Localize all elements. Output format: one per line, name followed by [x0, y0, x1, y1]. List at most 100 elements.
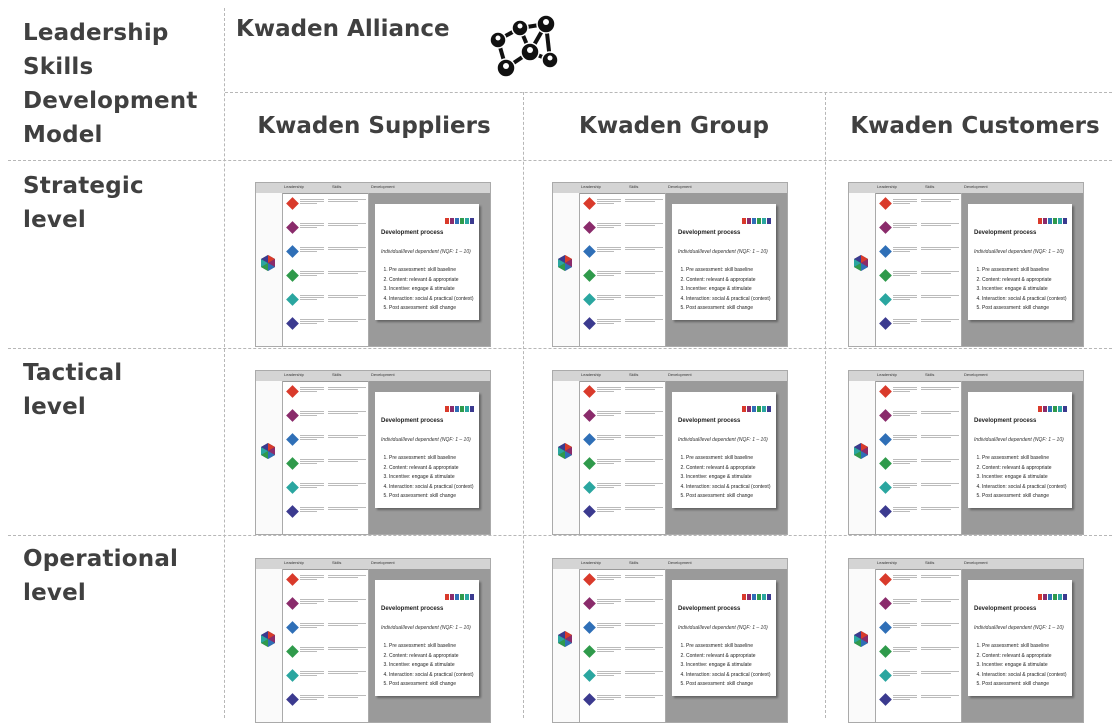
- skill-gem-icon: [879, 269, 892, 282]
- development-step: Incentive: engage & stimulate: [686, 661, 782, 671]
- development-process-panel: Development process Individual/level depe…: [672, 392, 776, 508]
- thumbnail-text-block: [597, 318, 621, 325]
- thumbnail-text-block: [921, 410, 959, 415]
- thumbnail-skill-row: [284, 505, 368, 521]
- thumbnail-skills-column: [876, 569, 962, 722]
- skill-gem-icon: [879, 669, 892, 682]
- development-step: Post assessment: skill change: [389, 304, 485, 314]
- skill-gem-icon: [286, 505, 299, 518]
- thumbnail-text-block: [921, 386, 959, 391]
- thumbnail-skill-row: [581, 293, 665, 309]
- thumbnail-skill-row: [284, 385, 368, 401]
- thumbnail-skill-row: [581, 505, 665, 521]
- thumbnail-text-block: [300, 646, 324, 653]
- thumbnail-header-label: Leadership: [877, 184, 897, 189]
- skill-gem-icon: [583, 457, 596, 470]
- skill-gem-icon: [879, 693, 892, 706]
- gem-icon: [757, 218, 761, 224]
- thumbnail-skills-column: [283, 193, 369, 346]
- alliance-title: Kwaden Alliance: [236, 16, 450, 42]
- hexagon-logo-icon: [558, 631, 572, 647]
- thumbnail-skill-row: [877, 457, 961, 473]
- thumbnail-skill-row: [877, 385, 961, 401]
- development-process-panel: Development process Individual/level depe…: [968, 392, 1072, 508]
- thumbnail-text-block: [921, 434, 959, 439]
- thumbnail-text-block: [597, 386, 621, 393]
- thumbnail-text-block: [597, 694, 621, 701]
- panel-subtitle: Individual/level dependent (NQF: 1 – 10): [381, 249, 471, 255]
- thumbnail-skill-row: [284, 293, 368, 309]
- panel-title: Development process: [974, 606, 1037, 612]
- gem-icon: [1053, 594, 1057, 600]
- development-step: Content: relevant & appropriate: [982, 652, 1078, 662]
- thumbnail-text-block: [893, 622, 917, 629]
- thumbnail-text-block: [597, 670, 621, 677]
- development-model-thumbnail: Leadership Skills Development Development p…: [552, 370, 788, 535]
- thumbnail-development-column: Development process Individual/level depe…: [962, 193, 1083, 346]
- thumbnail-skill-row: [581, 457, 665, 473]
- thumbnail-text-block: [328, 646, 366, 651]
- development-step: Content: relevant & appropriate: [686, 276, 782, 286]
- development-step: Interaction: social & practical (context…: [389, 483, 485, 493]
- thumbnail-text-block: [921, 270, 959, 275]
- thumbnail-skill-row: [284, 573, 368, 589]
- thumbnail-header-label: Leadership: [284, 184, 304, 189]
- thumbnail-text-block: [597, 246, 621, 253]
- thumbnail-skill-row: [284, 457, 368, 473]
- gem-icon: [460, 594, 464, 600]
- thumbnail-text-block: [300, 270, 324, 277]
- thumbnail-text-block: [328, 318, 366, 323]
- thumbnail-header-label: Skills: [925, 184, 935, 189]
- thumbnail-skills-column: [283, 569, 369, 722]
- thumbnail-text-block: [893, 506, 917, 513]
- skill-gem-icon: [286, 457, 299, 470]
- skill-gem-icon: [286, 669, 299, 682]
- gem-icon: [752, 594, 756, 600]
- panel-subtitle: Individual/level dependent (NQF: 1 – 10): [974, 437, 1064, 443]
- thumbnail-text-block: [328, 598, 366, 603]
- gems-strip-icon: [445, 406, 474, 412]
- thumbnail-text-block: [300, 574, 324, 581]
- hexagon-logo-icon: [854, 443, 868, 459]
- thumbnail-text-block: [597, 434, 621, 441]
- thumbnail-skill-row: [877, 693, 961, 709]
- thumbnail-header-label: Skills: [629, 184, 639, 189]
- thumbnail-left-column: [553, 193, 580, 346]
- development-step: Pre assessment: skill baseline: [982, 642, 1078, 652]
- thumbnail-text-block: [921, 198, 959, 203]
- hexagon-logo-icon: [854, 255, 868, 271]
- skill-gem-icon: [879, 197, 892, 210]
- thumbnail-skill-row: [877, 197, 961, 213]
- thumbnail-skill-row: [284, 433, 368, 449]
- gem-icon: [742, 218, 746, 224]
- gem-icon: [450, 218, 454, 224]
- gem-icon: [460, 218, 464, 224]
- column-header-customers: Kwaden Customers: [850, 113, 1100, 139]
- thumbnail-skill-row: [877, 645, 961, 661]
- thumbnail-skill-row: [581, 409, 665, 425]
- thumbnail-skill-row: [581, 573, 665, 589]
- development-step: Pre assessment: skill baseline: [389, 266, 485, 276]
- development-step: Pre assessment: skill baseline: [389, 454, 485, 464]
- development-step: Interaction: social & practical (context…: [389, 295, 485, 305]
- gem-icon: [1043, 594, 1047, 600]
- panel-subtitle: Individual/level dependent (NQF: 1 – 10): [381, 625, 471, 631]
- thumbnail-text-block: [625, 574, 663, 579]
- hexagon-logo-icon: [261, 443, 275, 459]
- thumbnail-text-block: [921, 294, 959, 299]
- thumbnail-skill-row: [581, 597, 665, 613]
- development-model-thumbnail: Leadership Skills Development Development p…: [552, 182, 788, 347]
- thumbnail-text-block: [921, 694, 959, 699]
- thumbnail-header-label: Development: [964, 372, 988, 377]
- thumbnail-text-block: [921, 506, 959, 511]
- gem-icon: [1043, 218, 1047, 224]
- row-label-line: Strategic: [23, 173, 144, 199]
- model-title-line: Model: [23, 122, 103, 148]
- thumbnail-development-column: Development process Individual/level depe…: [666, 381, 787, 534]
- thumbnail-skills-column: [876, 193, 962, 346]
- thumbnail-text-block: [300, 694, 324, 701]
- thumbnail-text-block: [328, 622, 366, 627]
- row-label-line: level: [23, 207, 86, 233]
- development-process-panel: Development process Individual/level depe…: [672, 204, 776, 320]
- thumbnail-text-block: [597, 506, 621, 513]
